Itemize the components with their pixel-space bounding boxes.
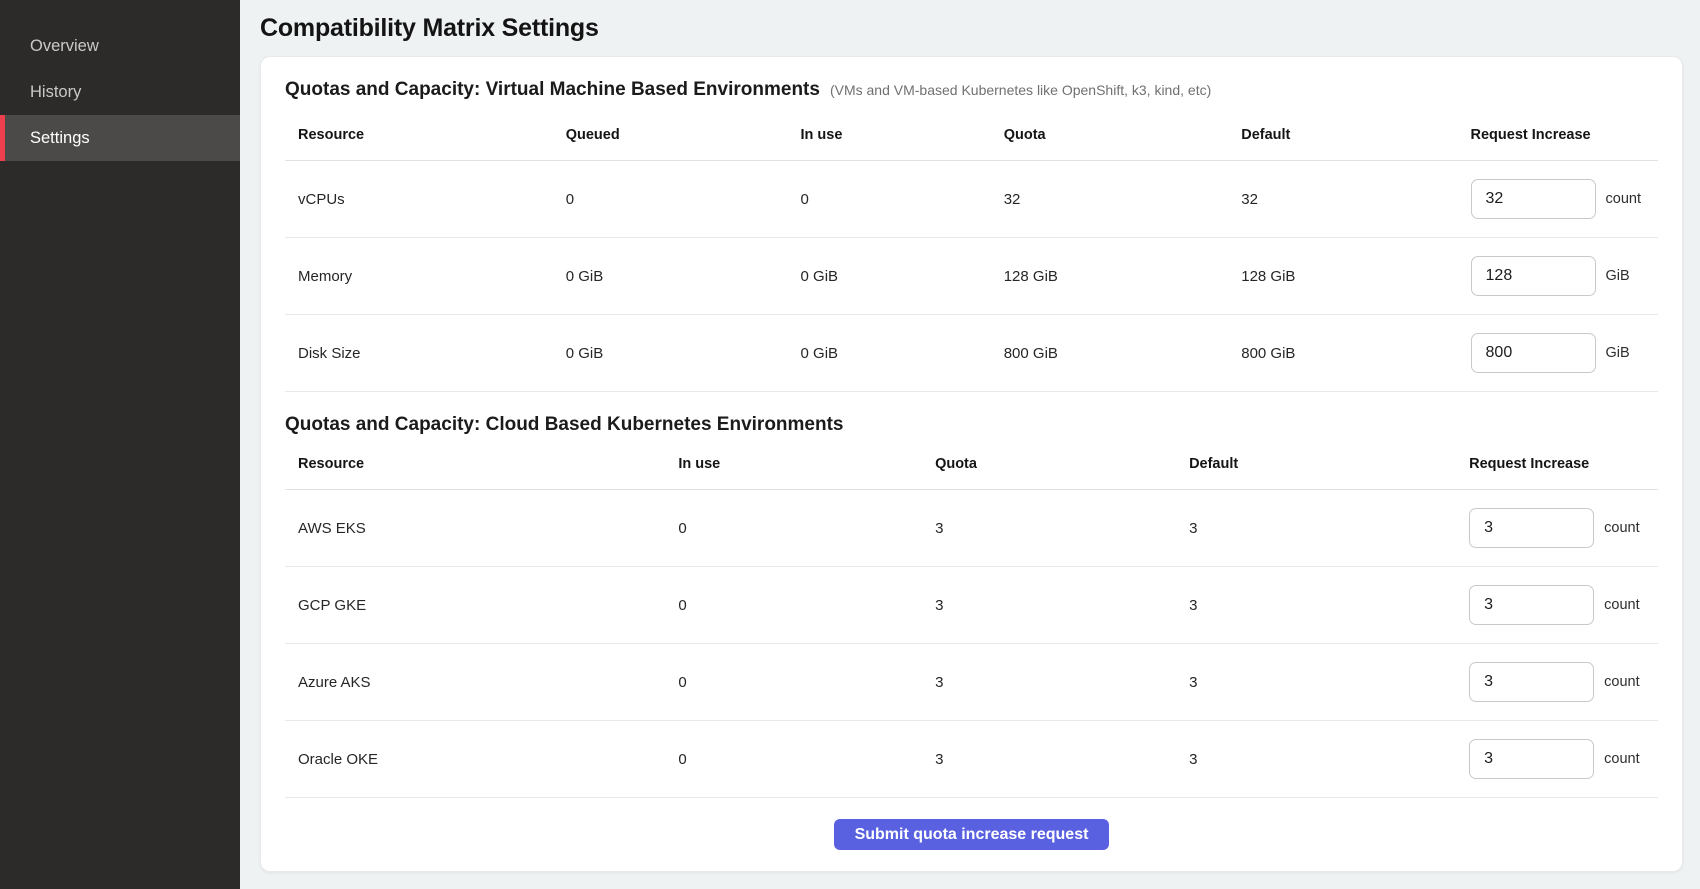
table-row: AWS EKS 0 3 3 count [285,490,1658,567]
request-increase-input[interactable] [1469,662,1594,702]
table-row: GCP GKE 0 3 3 count [285,567,1658,644]
default-value: 3 [1176,644,1456,721]
column-header-resource: Resource [285,101,553,161]
sidebar-item-history[interactable]: History [0,69,240,115]
column-header-in-use: In use [788,101,991,161]
default-value: 800 GiB [1228,315,1457,392]
column-header-queued: Queued [553,101,788,161]
column-header-request-increase: Request Increase [1456,436,1658,490]
table-row: Oracle OKE 0 3 3 count [285,721,1658,798]
request-increase-cell: GiB [1458,238,1658,315]
queued-value: 0 [553,161,788,238]
cloud-quotas-section: Quotas and Capacity: Cloud Based Kuberne… [285,414,1658,798]
sidebar-item-settings[interactable]: Settings [0,115,240,161]
request-increase-input[interactable] [1471,256,1596,296]
table-row: Azure AKS 0 3 3 count [285,644,1658,721]
sidebar: Overview History Settings [0,0,240,889]
quota-value: 3 [922,567,1176,644]
in-use-value: 0 GiB [788,315,991,392]
quota-value: 3 [922,490,1176,567]
column-header-resource: Resource [285,436,665,490]
submit-quota-request-button[interactable]: Submit quota increase request [834,819,1110,850]
quota-value: 128 GiB [991,238,1229,315]
request-increase-cell: count [1458,161,1658,238]
request-increase-cell: count [1456,567,1658,644]
default-value: 32 [1228,161,1457,238]
cloud-section-heading: Quotas and Capacity: Cloud Based Kuberne… [285,414,1658,436]
sidebar-nav: Overview History Settings [0,23,240,161]
column-header-in-use: In use [665,436,922,490]
cloud-table-header-row: Resource In use Quota Default Request In… [285,436,1658,490]
vm-section-title: Quotas and Capacity: Virtual Machine Bas… [285,79,820,101]
quota-value: 32 [991,161,1229,238]
unit-label: GiB [1606,345,1630,361]
default-value: 3 [1176,490,1456,567]
vm-section-heading: Quotas and Capacity: Virtual Machine Bas… [285,79,1658,101]
unit-label: count [1604,751,1639,767]
page-title: Compatibility Matrix Settings [260,14,1683,43]
resource-name: Disk Size [285,315,553,392]
default-value: 3 [1176,567,1456,644]
request-increase-input[interactable] [1471,333,1596,373]
unit-label: count [1604,597,1639,613]
request-increase-cell: count [1456,490,1658,567]
sidebar-item-overview[interactable]: Overview [0,23,240,69]
column-header-default: Default [1228,101,1457,161]
default-value: 128 GiB [1228,238,1457,315]
main-content: Compatibility Matrix Settings Quotas and… [240,0,1700,889]
request-increase-input[interactable] [1469,739,1594,779]
resource-name: Oracle OKE [285,721,665,798]
unit-label: count [1606,191,1641,207]
resource-name: GCP GKE [285,567,665,644]
in-use-value: 0 GiB [788,238,991,315]
in-use-value: 0 [665,490,922,567]
vm-quotas-table: Resource Queued In use Quota Default Req… [285,101,1658,392]
request-increase-cell: count [1456,644,1658,721]
queued-value: 0 GiB [553,315,788,392]
request-increase-cell: GiB [1458,315,1658,392]
request-increase-cell: count [1456,721,1658,798]
resource-name: AWS EKS [285,490,665,567]
quota-value: 3 [922,721,1176,798]
in-use-value: 0 [788,161,991,238]
column-header-quota: Quota [922,436,1176,490]
queued-value: 0 GiB [553,238,788,315]
column-header-default: Default [1176,436,1456,490]
unit-label: GiB [1606,268,1630,284]
settings-card: Quotas and Capacity: Virtual Machine Bas… [260,56,1683,872]
request-increase-input[interactable] [1469,508,1594,548]
default-value: 3 [1176,721,1456,798]
unit-label: count [1604,674,1639,690]
cloud-quotas-table: Resource In use Quota Default Request In… [285,436,1658,798]
quota-value: 3 [922,644,1176,721]
vm-section-subtitle: (VMs and VM-based Kubernetes like OpenSh… [830,82,1211,98]
table-row: Memory 0 GiB 0 GiB 128 GiB 128 GiB GiB [285,238,1658,315]
resource-name: vCPUs [285,161,553,238]
table-row: vCPUs 0 0 32 32 count [285,161,1658,238]
request-increase-input[interactable] [1471,179,1596,219]
quota-value: 800 GiB [991,315,1229,392]
submit-row: Submit quota increase request [285,798,1658,853]
in-use-value: 0 [665,644,922,721]
vm-quotas-section: Quotas and Capacity: Virtual Machine Bas… [285,79,1658,392]
cloud-section-title: Quotas and Capacity: Cloud Based Kuberne… [285,414,844,436]
in-use-value: 0 [665,721,922,798]
unit-label: count [1604,520,1639,536]
in-use-value: 0 [665,567,922,644]
column-header-quota: Quota [991,101,1229,161]
column-header-request-increase: Request Increase [1458,101,1658,161]
resource-name: Memory [285,238,553,315]
table-row: Disk Size 0 GiB 0 GiB 800 GiB 800 GiB Gi… [285,315,1658,392]
request-increase-input[interactable] [1469,585,1594,625]
resource-name: Azure AKS [285,644,665,721]
vm-table-header-row: Resource Queued In use Quota Default Req… [285,101,1658,161]
